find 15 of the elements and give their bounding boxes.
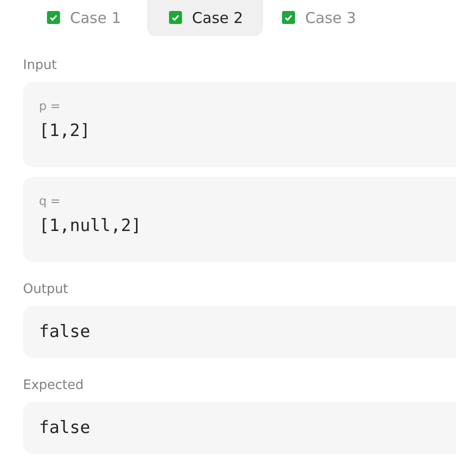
section-label: Output [23, 282, 70, 297]
param-name: q = [39, 194, 62, 208]
output-value: false [39, 322, 90, 342]
param-value: [1,2] [39, 121, 92, 141]
check-icon [282, 11, 296, 24]
check-icon [47, 11, 60, 24]
check-icon [169, 11, 182, 24]
case-tab[interactable]: Case 2 [147, 0, 264, 36]
case-tab[interactable]: Case 3 [269, 0, 376, 36]
expected-value: false [39, 418, 90, 438]
section-label: Expected [23, 378, 85, 393]
section-label: Input [23, 58, 58, 73]
case-tab[interactable]: Case 1 [34, 0, 142, 36]
param-name: p = [39, 99, 62, 113]
param-value: [1,null,2] [39, 216, 142, 236]
